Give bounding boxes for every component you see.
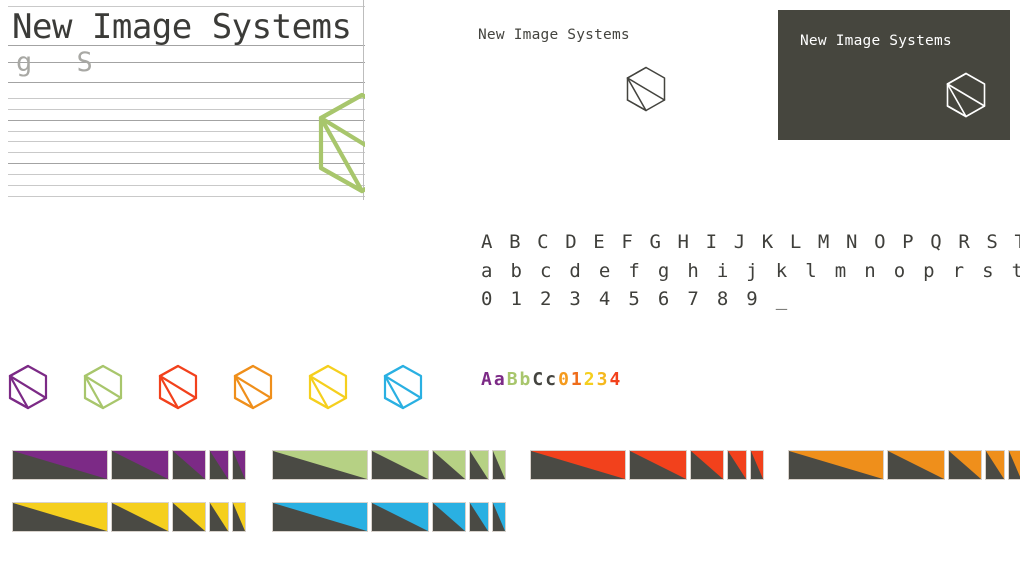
specimen-digits-row: 0 1 2 3 4 5 6 7 8 9 _	[481, 288, 791, 310]
color-bar[interactable]	[272, 502, 368, 532]
baseline-grid-line	[8, 196, 365, 197]
type-color-sample-char: 1	[570, 369, 584, 390]
type-color-sample-char: b	[519, 369, 533, 390]
logo-swatch-orange[interactable]	[233, 364, 273, 410]
color-bar[interactable]	[492, 450, 506, 480]
hexagon-n-monogram-icon	[626, 66, 666, 112]
color-bar[interactable]	[788, 450, 884, 480]
color-bar[interactable]	[530, 450, 626, 480]
hexagon-n-monogram-icon	[8, 364, 48, 410]
logo-swatch-cyan-blue[interactable]	[383, 364, 423, 410]
color-bar[interactable]	[111, 502, 169, 532]
color-bar[interactable]	[172, 450, 206, 480]
color-bar[interactable]	[1008, 450, 1020, 480]
baseline-grid-line	[8, 152, 365, 153]
logo-lockup-light: New Image Systems	[478, 26, 728, 136]
hexagon-n-monogram-icon	[158, 364, 198, 410]
color-bar[interactable]	[111, 450, 169, 480]
color-bar[interactable]	[371, 502, 429, 532]
baseline-grid-line	[8, 131, 365, 132]
color-bar[interactable]	[432, 450, 466, 480]
hexagon-n-monogram-icon	[83, 364, 123, 410]
specimen-uppercase-row: A B C D E F G H I J K L M N O P Q R S T …	[481, 231, 1020, 253]
baseline-grid-line	[8, 98, 365, 99]
baseline-grid-line	[8, 141, 365, 142]
hexagon-n-monogram-icon	[233, 364, 273, 410]
baseline-grid-line	[8, 109, 365, 110]
color-bar[interactable]	[371, 450, 429, 480]
color-bar[interactable]	[492, 502, 506, 532]
color-bar[interactable]	[727, 450, 747, 480]
type-color-sample-char: 2	[583, 369, 597, 390]
color-bar[interactable]	[12, 450, 108, 480]
color-bar[interactable]	[469, 450, 489, 480]
logo-swatch-purple[interactable]	[8, 364, 48, 410]
color-bar[interactable]	[272, 450, 368, 480]
type-guide-sheet: New Image Systems g S	[0, 0, 365, 200]
color-bar-matrix	[0, 450, 1020, 540]
color-bar[interactable]	[209, 450, 229, 480]
type-color-sample: AaBbCc01234	[481, 368, 622, 392]
logo-swatch-light-green[interactable]	[83, 364, 123, 410]
type-color-sample-char: 0	[558, 369, 571, 390]
hexagon-n-monogram-icon	[308, 364, 348, 410]
lockup-dark-title: New Image Systems	[800, 33, 952, 49]
lockup-light-title: New Image Systems	[478, 27, 630, 43]
color-bar[interactable]	[232, 502, 246, 532]
color-bar[interactable]	[887, 450, 945, 480]
baseline-grid-line	[8, 185, 365, 186]
color-bar[interactable]	[985, 450, 1005, 480]
hexagon-n-monogram-icon	[318, 92, 365, 194]
logo-swatch-yellow[interactable]	[308, 364, 348, 410]
color-bar[interactable]	[629, 450, 687, 480]
baseline-grid-line	[8, 163, 365, 165]
logo-color-swatch-row	[0, 364, 440, 416]
type-color-sample-char: B	[506, 369, 520, 390]
type-color-sample-char: 3	[596, 369, 610, 390]
baseline-grid-line	[8, 82, 365, 84]
type-color-sample-char: C	[532, 369, 546, 390]
type-color-sample-char: A	[481, 369, 494, 390]
color-bar[interactable]	[432, 502, 466, 532]
color-bar[interactable]	[172, 502, 206, 532]
color-bar[interactable]	[750, 450, 764, 480]
logo-swatch-red-orange[interactable]	[158, 364, 198, 410]
baseline-grid-line	[8, 120, 365, 122]
color-bar[interactable]	[12, 502, 108, 532]
type-color-sample-char: c	[545, 369, 559, 390]
specimen-lowercase-row: a b c d e f g h i j k l m n o p r s t u …	[481, 259, 1020, 282]
type-color-sample-char: a	[493, 369, 507, 390]
hexagon-n-monogram-icon	[383, 364, 423, 410]
color-bar[interactable]	[690, 450, 724, 480]
logo-lockup-dark: New Image Systems	[778, 10, 1010, 140]
hexagon-n-monogram-icon	[946, 72, 986, 118]
color-bar[interactable]	[209, 502, 229, 532]
color-bar[interactable]	[948, 450, 982, 480]
type-specimen: A B C D E F G H I J K L M N O P Q R S T …	[481, 228, 1020, 314]
baseline-grid-line	[8, 174, 365, 175]
type-color-sample-char: 4	[609, 369, 623, 390]
color-bar[interactable]	[469, 502, 489, 532]
guide-glyph-pair: g S	[16, 47, 107, 78]
guide-headline: New Image Systems	[12, 7, 352, 47]
color-bar[interactable]	[232, 450, 246, 480]
